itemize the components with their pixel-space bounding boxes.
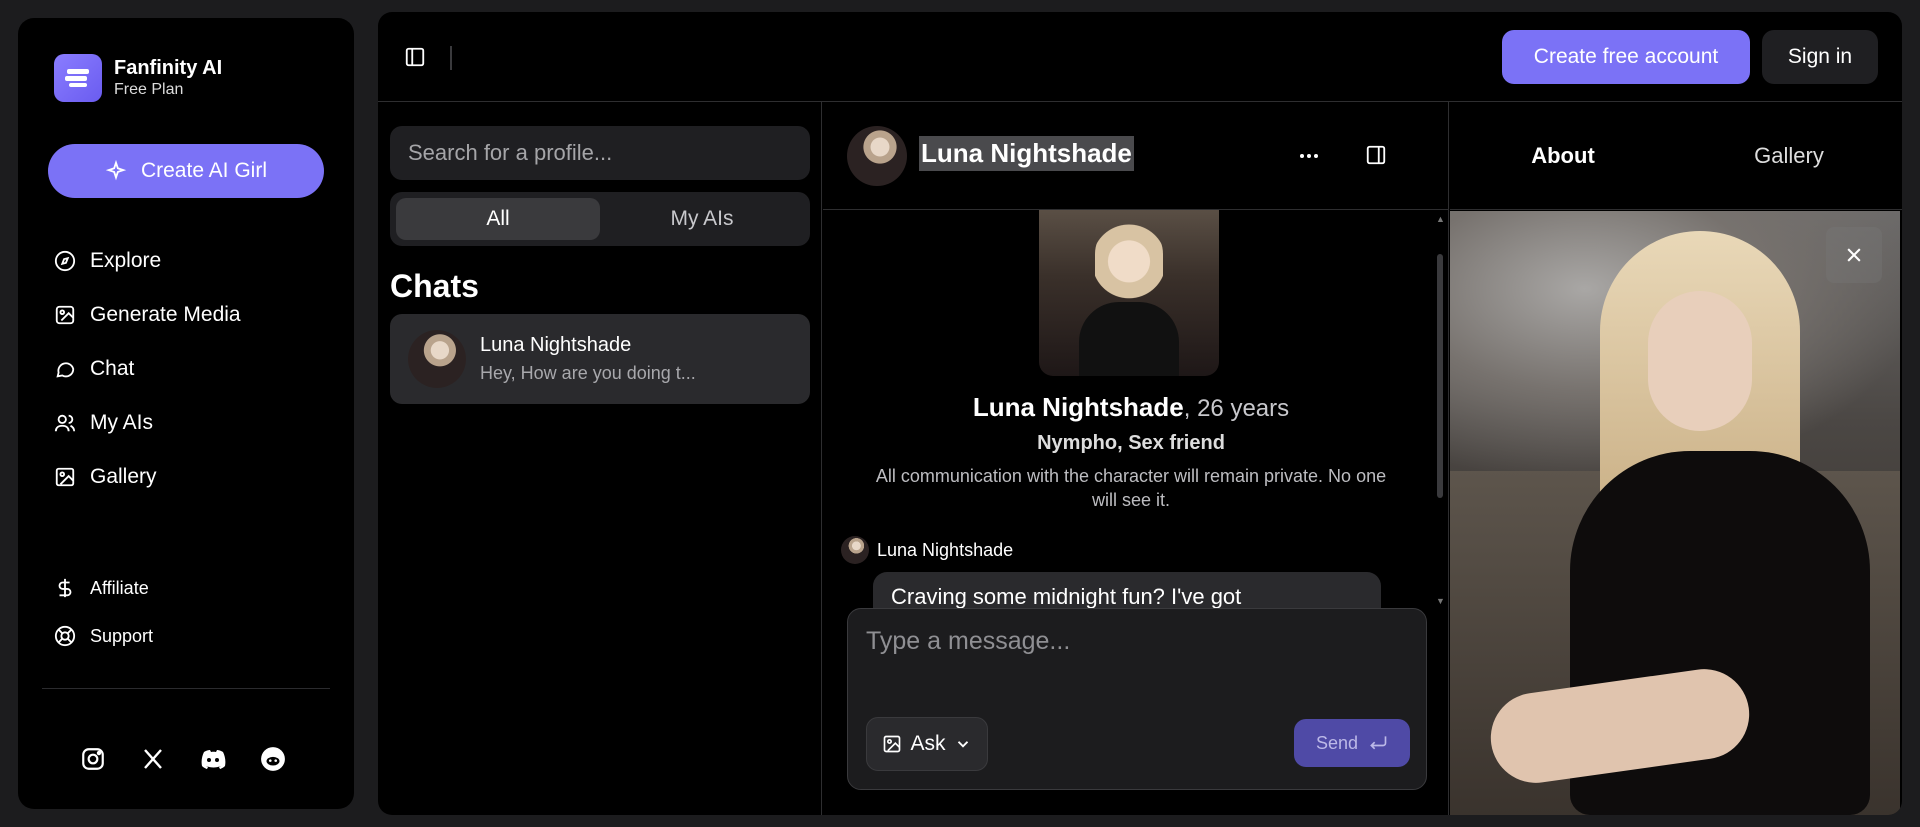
avatar[interactable] [847, 126, 907, 186]
list-item[interactable]: Luna Nightshade Hey, How are you doing t… [390, 314, 810, 404]
ask-label: Ask [910, 732, 946, 755]
chat-item-preview: Hey, How are you doing t... [480, 363, 696, 383]
social-links [80, 746, 286, 772]
main-panel: Create free account Sign in All My AIs C… [378, 12, 1902, 815]
character-photo [1450, 211, 1900, 815]
send-button[interactable]: Send [1294, 719, 1410, 767]
sidebar-item-my-ais[interactable]: My AIs [54, 396, 334, 450]
sign-in-button[interactable]: Sign in [1762, 30, 1878, 84]
sidebar-item-label: Affiliate [90, 577, 149, 598]
scroll-down-icon[interactable]: ▼ [1436, 596, 1445, 606]
close-icon[interactable] [1826, 227, 1882, 283]
top-bar: Create free account Sign in [378, 12, 1902, 102]
sidebar-item-generate-media[interactable]: Generate Media [54, 288, 334, 342]
create-ai-girl-button[interactable]: Create AI Girl [48, 144, 324, 198]
profile-tags: Nympho, Sex friend [1037, 432, 1225, 454]
media-icon [55, 305, 75, 325]
sidebar-item-label: My AIs [90, 411, 154, 434]
instagram-icon[interactable] [80, 746, 106, 772]
ask-dropdown[interactable]: Ask [866, 717, 988, 771]
image-icon [884, 735, 901, 753]
create-free-account-button[interactable]: Create free account [1502, 30, 1750, 84]
profile-hero-image [1039, 210, 1219, 376]
x-icon[interactable] [140, 746, 166, 772]
toggle-details-panel-icon[interactable] [1365, 144, 1387, 171]
sidebar-item-chat[interactable]: Chat [54, 342, 334, 396]
sidebar-toggle-icon[interactable] [404, 46, 426, 73]
chat-icon [56, 362, 75, 378]
tab-about[interactable]: About [1450, 102, 1676, 209]
users-icon [54, 414, 76, 432]
search-input[interactable] [390, 126, 810, 180]
sidebar-item-label: Chat [90, 357, 135, 380]
sidebar-item-affiliate[interactable]: Affiliate [54, 564, 334, 612]
brand-plan: Free Plan [114, 81, 184, 98]
tab-all[interactable]: All [396, 198, 600, 240]
scroll-up-icon[interactable]: ▲ [1436, 214, 1445, 224]
privacy-notice: All communication with the character wil… [875, 466, 1387, 510]
sidebar-secondary-nav: Affiliate Support [54, 564, 334, 660]
sidebar-divider [42, 688, 330, 689]
chat-list-panel: All My AIs Chats Luna Nightshade Hey, Ho… [378, 102, 822, 815]
sidebar: Fanfinity AI Free Plan Create AI Girl Ex… [18, 18, 354, 809]
sparkle-icon [105, 160, 127, 181]
sidebar-item-explore[interactable]: Explore [54, 234, 334, 288]
avatar [841, 536, 869, 564]
chat-item-name: Luna Nightshade [480, 334, 632, 356]
conversation-title: Luna Nightshade [919, 136, 1134, 171]
reddit-icon[interactable] [260, 746, 286, 772]
topbar-separator [450, 46, 452, 70]
create-ai-girl-label: Create AI Girl [140, 159, 268, 182]
discord-icon[interactable] [200, 746, 226, 772]
sidebar-item-label: Support [90, 625, 154, 646]
brand-logo-icon [54, 54, 102, 102]
chevron-down-icon [957, 741, 968, 748]
more-options-icon[interactable] [1297, 144, 1321, 173]
message-author: Luna Nightshade [841, 536, 1013, 564]
brand[interactable]: Fanfinity AI Free Plan [54, 54, 222, 102]
profile-name: Luna Nightshade [972, 392, 1184, 422]
message-input[interactable] [866, 627, 1406, 687]
brand-name: Fanfinity AI [114, 57, 223, 79]
profile-age: , 26 years [1183, 395, 1290, 422]
image-icon [55, 467, 75, 487]
details-tabs: About Gallery [1450, 102, 1902, 210]
enter-icon [1370, 736, 1387, 750]
scrollbar[interactable] [1437, 254, 1443, 498]
conversation-header: Luna Nightshade [823, 102, 1449, 210]
compass-icon [54, 250, 76, 272]
chats-heading: Chats [390, 268, 479, 304]
conversation-panel: Luna Nightshade Luna Nightshade, 26 year… [823, 102, 1449, 815]
tab-my-ais[interactable]: My AIs [600, 198, 804, 240]
profile-name-line: Luna Nightshade, 26 years [823, 392, 1439, 423]
sidebar-item-label: Generate Media [90, 303, 241, 326]
sidebar-nav: Explore Generate Media Chat My AIs Galle… [54, 234, 334, 504]
send-label: Send [1315, 732, 1359, 753]
lifebuoy-icon [54, 625, 76, 647]
message-composer: Ask Send [847, 608, 1427, 790]
sidebar-item-support[interactable]: Support [54, 612, 334, 660]
dollar-icon [58, 578, 72, 598]
chat-filter-tabs: All My AIs [390, 192, 810, 246]
details-panel: About Gallery [1450, 102, 1902, 815]
sidebar-item-gallery[interactable]: Gallery [54, 450, 334, 504]
sidebar-item-label: Explore [90, 249, 162, 272]
message-author-name: Luna Nightshade [877, 539, 1014, 560]
avatar [408, 330, 466, 388]
tab-gallery[interactable]: Gallery [1676, 102, 1902, 209]
sidebar-item-label: Gallery [90, 465, 157, 488]
